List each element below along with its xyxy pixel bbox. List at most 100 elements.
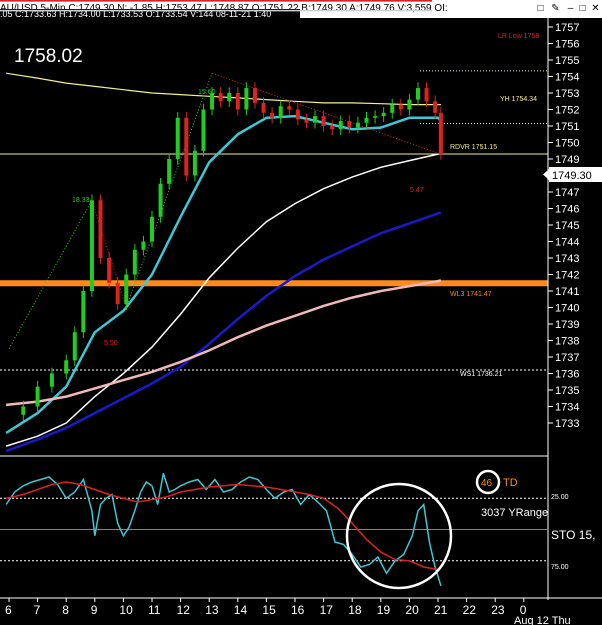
price-chart[interactable]: 1733 1734 1735 1736 1737 1738 1739 1740 1741 1742… [0, 0, 602, 625]
price-candle-body [390, 104, 395, 113]
time-tick-label: 16 [291, 603, 305, 617]
series-ema-blue [5, 211, 442, 453]
price-candle-body [167, 159, 172, 184]
price-candle-body [132, 249, 137, 275]
price-candle-body [252, 88, 257, 103]
swing-label-3: 5.50 [104, 340, 118, 347]
series-ema-fast [5, 114, 442, 434]
price-candle-body [295, 109, 300, 120]
time-tick-label: 18 [348, 603, 362, 617]
price-tick-label: 1734 [555, 402, 579, 414]
price-tick-label: 1746 [555, 204, 579, 216]
price-candle-body [347, 121, 352, 128]
price-candle-body [304, 119, 309, 123]
yh-label: YH 1754.34 [500, 96, 537, 103]
time-tick-label: 23 [491, 603, 505, 617]
price-tick-label: 1755 [555, 55, 579, 67]
price-candle-body [81, 291, 86, 333]
price-candle-body [415, 88, 420, 100]
price-candle-body [49, 373, 54, 387]
price-candle-body [321, 116, 326, 126]
time-tick-label: 7 [34, 603, 41, 617]
price-candle-body [364, 117, 369, 123]
price-candle-body [64, 360, 69, 374]
price-candle-body [438, 112, 443, 155]
time-tick-label: 21 [434, 603, 448, 617]
price-candle-body [313, 116, 318, 123]
time-tick-label: 19 [377, 603, 391, 617]
price-candle-body [115, 282, 120, 305]
time-tick-label: 6 [5, 603, 12, 617]
price-tick-label: 1744 [555, 237, 579, 249]
price-candle-body [424, 88, 429, 102]
series-ema-pink [5, 279, 442, 407]
wl3-label: WL3 1741.47 [450, 291, 492, 298]
time-tick-label: 12 [177, 603, 191, 617]
price-candle-body [184, 117, 189, 176]
swing-line-3 [125, 73, 213, 308]
price-candle-body [141, 241, 146, 250]
current-price-tag-arrow [543, 169, 549, 180]
price-candle-body [355, 122, 360, 128]
price-tick-label: 1738 [555, 336, 579, 348]
price-candle-body [398, 104, 403, 110]
price-candle-body [287, 106, 292, 110]
time-tick-label: 14 [234, 603, 248, 617]
series-yellow [6, 72, 441, 106]
lr-low-label: LR Low 1758 [498, 33, 539, 40]
swing-line-1 [8, 200, 93, 349]
price-candle-body [89, 200, 94, 291]
price-tick-label: 1733 [555, 418, 579, 430]
price-candle-body [244, 88, 249, 110]
price-candle-body [98, 200, 103, 258]
price-candle-body [261, 102, 266, 113]
ws1-label: WS1 1736.21 [460, 371, 503, 378]
stochastic-panel [0, 473, 548, 587]
current-price-tag: 1749.30 [552, 170, 592, 182]
price-candle-body [21, 406, 26, 415]
td-label: TD [503, 477, 518, 489]
yrange-label: 3037 YRange [481, 507, 548, 519]
price-tick-label: 1743 [555, 253, 579, 265]
price-tick-label: 1742 [555, 270, 579, 282]
rdvr-label: RDVR 1751.15 [450, 144, 497, 151]
price-candle-body [227, 93, 232, 102]
price-candle-body [218, 93, 223, 102]
price-tick-label: 1750 [555, 138, 579, 150]
time-tick-label: 13 [205, 603, 219, 617]
price-tick-label: 1753 [555, 88, 579, 100]
price-candle-body [35, 386, 40, 407]
price-candle-body [107, 258, 112, 283]
price-tick-label: 1739 [555, 319, 579, 331]
sto-label: STO 15, [551, 528, 595, 542]
price-tick-label: 1756 [555, 39, 579, 51]
time-tick-label: 11 [148, 603, 161, 617]
price-tick-label: 1751 [555, 121, 579, 133]
time-tick-label: 9 [91, 603, 98, 617]
time-axis: 6 7 8 9 10 11 12 13 14 15 16 17 18 19 20 21 22 23 0 [5, 598, 527, 617]
big-price-label: 1758.02 [14, 46, 83, 67]
time-tick-label: 17 [320, 603, 334, 617]
price-candle-body [433, 101, 438, 113]
price-candle-body [175, 117, 180, 159]
osc-level-top: 25.00 [551, 494, 569, 501]
price-candle-body [330, 126, 335, 130]
td-count: 46 [481, 478, 493, 489]
price-candle-body [201, 109, 206, 151]
date-footer-label: Aug 12 Thu [514, 615, 571, 625]
price-tick-label: 1740 [555, 303, 579, 315]
time-tick-label: 22 [463, 603, 477, 617]
time-tick-label: 10 [119, 603, 133, 617]
swing-label-4: 5.47 [410, 187, 424, 194]
swing-label-2: 15.60 [198, 89, 216, 96]
price-candle-body [278, 106, 283, 118]
price-tick-label: 1741 [555, 286, 579, 298]
price-candle-body [158, 183, 163, 217]
price-tick-label: 1735 [555, 385, 579, 397]
price-tick-label: 1736 [555, 369, 579, 381]
osc-level-bottom: 75.00 [551, 564, 569, 571]
chart-series [5, 72, 442, 453]
time-tick-label: 8 [62, 603, 69, 617]
time-tick-label: 15 [262, 603, 276, 617]
price-candle-body [150, 216, 154, 242]
